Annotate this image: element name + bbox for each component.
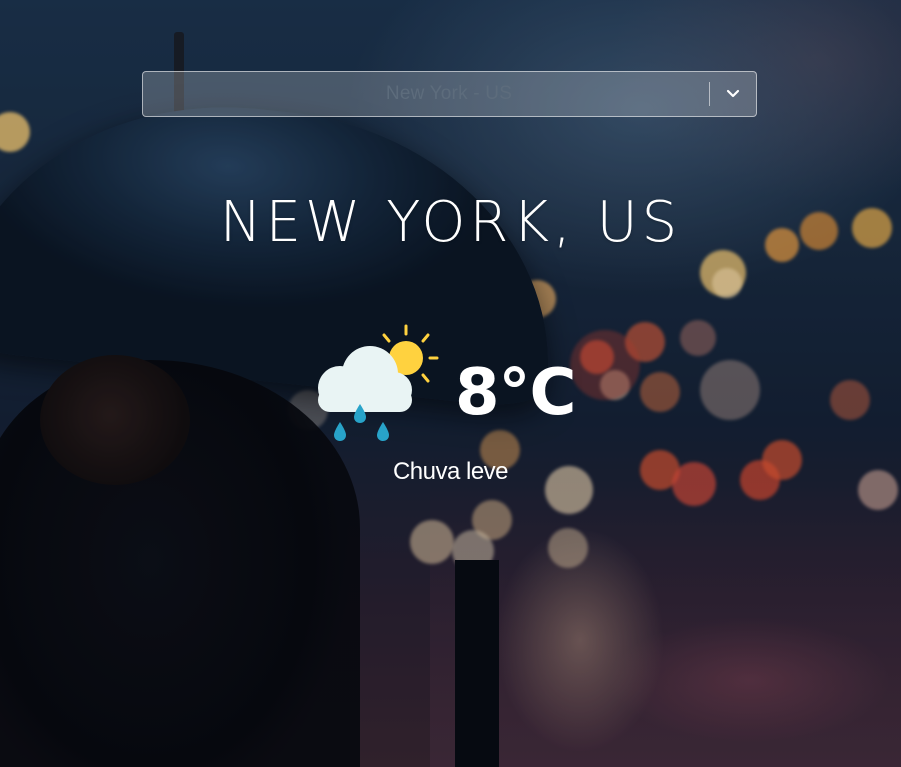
weather-summary: 8°C — [310, 318, 600, 448]
city-select-value: New York - US — [385, 83, 513, 104]
weather-app: New York - US NEW YORK, US 8°C Chuva lev… — [0, 0, 901, 767]
partly-cloudy-rain-icon — [310, 318, 450, 448]
chevron-down-icon[interactable] — [710, 72, 756, 116]
city-select[interactable]: New York - US — [142, 71, 757, 117]
temperature: 8°C — [455, 356, 576, 430]
weather-description: Chuva leve — [392, 458, 509, 485]
city-title: NEW YORK, US — [219, 190, 682, 255]
